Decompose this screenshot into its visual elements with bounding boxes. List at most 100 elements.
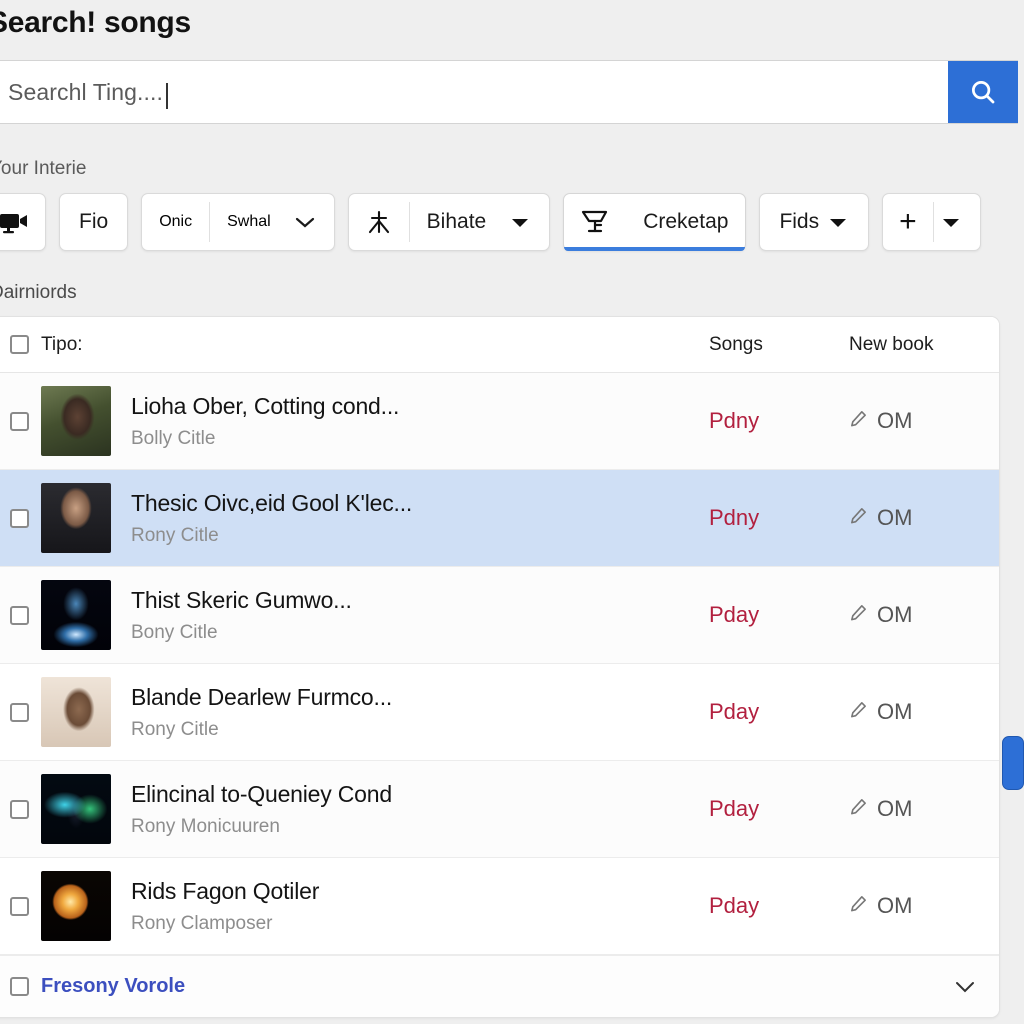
video-camera-icon [0, 194, 45, 250]
search-icon [968, 77, 998, 107]
column-new-book[interactable]: New book [849, 334, 999, 356]
row-subtitle: Rony Clamposer [131, 912, 273, 934]
row-thumbnail [41, 483, 111, 553]
footer-checkbox-cell[interactable] [0, 977, 41, 996]
row-checkbox-cell[interactable] [0, 896, 41, 916]
chip-add[interactable]: + [882, 193, 981, 251]
chip-fids-label: Fids [779, 210, 820, 233]
search-input-value: Searchl Ting.... [8, 78, 164, 105]
search-button[interactable] [948, 61, 1018, 123]
row-title: Thesic Oivc,eid Gool K'lec... [131, 489, 413, 516]
table-row[interactable]: Blande Dearlew Furmco... Rony Citle Pday OM [0, 664, 999, 761]
pencil-icon [849, 893, 868, 919]
share-nodes-icon [349, 194, 409, 250]
row-songs-value[interactable]: Pday [709, 699, 849, 725]
chip-creketap[interactable]: Creketap [563, 193, 747, 251]
results-panel: Tipo: Songs New book Lioha Ober, Cotting… [0, 316, 1000, 1018]
plus-icon[interactable]: + [883, 194, 933, 250]
chip-fids[interactable]: Fids [759, 193, 870, 251]
row-title: Elincinal to-Queniey Cond [131, 780, 392, 807]
table-header: Tipo: Songs New book [0, 317, 999, 373]
row-thumbnail [41, 580, 111, 650]
row-checkbox-cell[interactable] [0, 702, 41, 722]
row-text: Rids Fagon Qotiler Rony Clamposer [111, 878, 709, 935]
chip-fio[interactable]: Fio [59, 193, 129, 251]
row-new-book-value: OM [877, 699, 913, 724]
row-songs-value[interactable]: Pdny [709, 408, 849, 434]
pencil-icon [849, 602, 868, 628]
row-checkbox-cell[interactable] [0, 411, 41, 431]
chip-onic-label: Onic [159, 213, 193, 230]
row-new-book-cell[interactable]: OM [849, 796, 999, 822]
row-songs-value[interactable]: Pday [709, 796, 849, 822]
caret-down-icon[interactable] [934, 215, 980, 229]
table-row[interactable]: Lioha Ober, Cotting cond... Bolly Citle Pd… [0, 373, 999, 470]
row-checkbox[interactable] [9, 605, 29, 625]
chip-bihate[interactable]: Bihate [347, 193, 551, 251]
row-checkbox[interactable] [9, 896, 29, 916]
row-subtitle: Bony Citle [131, 621, 218, 643]
chip-creketap-label: Creketap [643, 210, 729, 233]
column-songs[interactable]: Songs [709, 334, 849, 356]
table-row[interactable]: Thist Skeric Gumwo... Bony Citle Pday OM [0, 567, 999, 664]
plus-glyph: + [899, 205, 917, 238]
row-checkbox-cell[interactable] [0, 605, 41, 625]
row-thumbnail [41, 871, 111, 941]
row-subtitle: Rony Citle [131, 718, 219, 740]
row-text: Lioha Ober, Cotting cond... Bolly Citle [111, 393, 709, 450]
pencil-icon [849, 699, 868, 725]
row-new-book-cell[interactable]: OM [849, 408, 999, 434]
chip-bihate-label: Bihate [426, 210, 487, 233]
row-subtitle: Bolly Citle [131, 427, 216, 449]
search-input[interactable]: Searchl Ting.... [0, 61, 948, 123]
row-new-book-cell[interactable]: OM [849, 602, 999, 628]
caret-down-icon[interactable] [503, 215, 549, 229]
row-checkbox[interactable] [9, 702, 29, 722]
chip-onic-swhal[interactable]: Onic Swhal [141, 193, 335, 251]
row-new-book-value: OM [877, 602, 913, 627]
row-checkbox[interactable] [9, 799, 29, 819]
shopping-cart-icon [564, 194, 626, 250]
chevron-down-icon[interactable] [953, 979, 999, 994]
interests-label: Your Interie [0, 158, 87, 179]
page-title: Search! songs [0, 6, 191, 39]
records-label: Dairniords [0, 282, 77, 303]
row-checkbox[interactable] [9, 411, 29, 431]
row-subtitle: Rony Monicuuren [131, 815, 280, 837]
row-new-book-cell[interactable]: OM [849, 893, 999, 919]
vertical-scrollbar-thumb[interactable] [1002, 736, 1024, 790]
column-title[interactable]: Tipo: [41, 334, 709, 356]
row-text: Thist Skeric Gumwo... Bony Citle [111, 587, 709, 644]
footer-link[interactable]: Fresony Vorole [41, 975, 953, 998]
row-title: Lioha Ober, Cotting cond... [131, 392, 400, 419]
row-songs-value[interactable]: Pdny [709, 505, 849, 531]
caret-down-icon[interactable] [819, 215, 849, 229]
pencil-icon [849, 505, 868, 531]
chevron-down-icon[interactable] [288, 215, 334, 229]
row-thumbnail [41, 677, 111, 747]
chip-video[interactable] [0, 193, 46, 251]
row-checkbox-cell[interactable] [0, 508, 41, 528]
table-body: Lioha Ober, Cotting cond... Bolly Citle Pd… [0, 373, 999, 955]
app-root: Search! songs Searchl Ting.... Your Inte… [0, 0, 1024, 1024]
row-new-book-cell[interactable]: OM [849, 699, 999, 725]
row-thumbnail [41, 386, 111, 456]
table-footer[interactable]: Fresony Vorole [0, 955, 999, 1017]
row-title: Thist Skeric Gumwo... [131, 586, 352, 613]
text-caret [166, 83, 169, 109]
row-checkbox[interactable] [9, 508, 29, 528]
row-checkbox-cell[interactable] [0, 799, 41, 819]
table-row[interactable]: Rids Fagon Qotiler Rony Clamposer Pday OM [0, 858, 999, 955]
row-new-book-cell[interactable]: OM [849, 505, 999, 531]
table-row[interactable]: Elincinal to-Queniey Cond Rony Monicuuren… [0, 761, 999, 858]
select-all-checkbox[interactable] [9, 335, 29, 354]
footer-checkbox[interactable] [9, 977, 29, 996]
pencil-icon [849, 796, 868, 822]
row-songs-value[interactable]: Pday [709, 602, 849, 628]
row-subtitle: Rony Citle [131, 524, 219, 546]
select-all-cell[interactable] [0, 335, 41, 354]
filter-toolbar: Fio Onic Swhal Bihate Creketap Fids + [0, 193, 981, 251]
table-row[interactable]: Thesic Oivc,eid Gool K'lec... Rony Citle P… [0, 470, 999, 567]
row-songs-value[interactable]: Pday [709, 893, 849, 919]
chip-fio-label: Fio [79, 210, 109, 233]
